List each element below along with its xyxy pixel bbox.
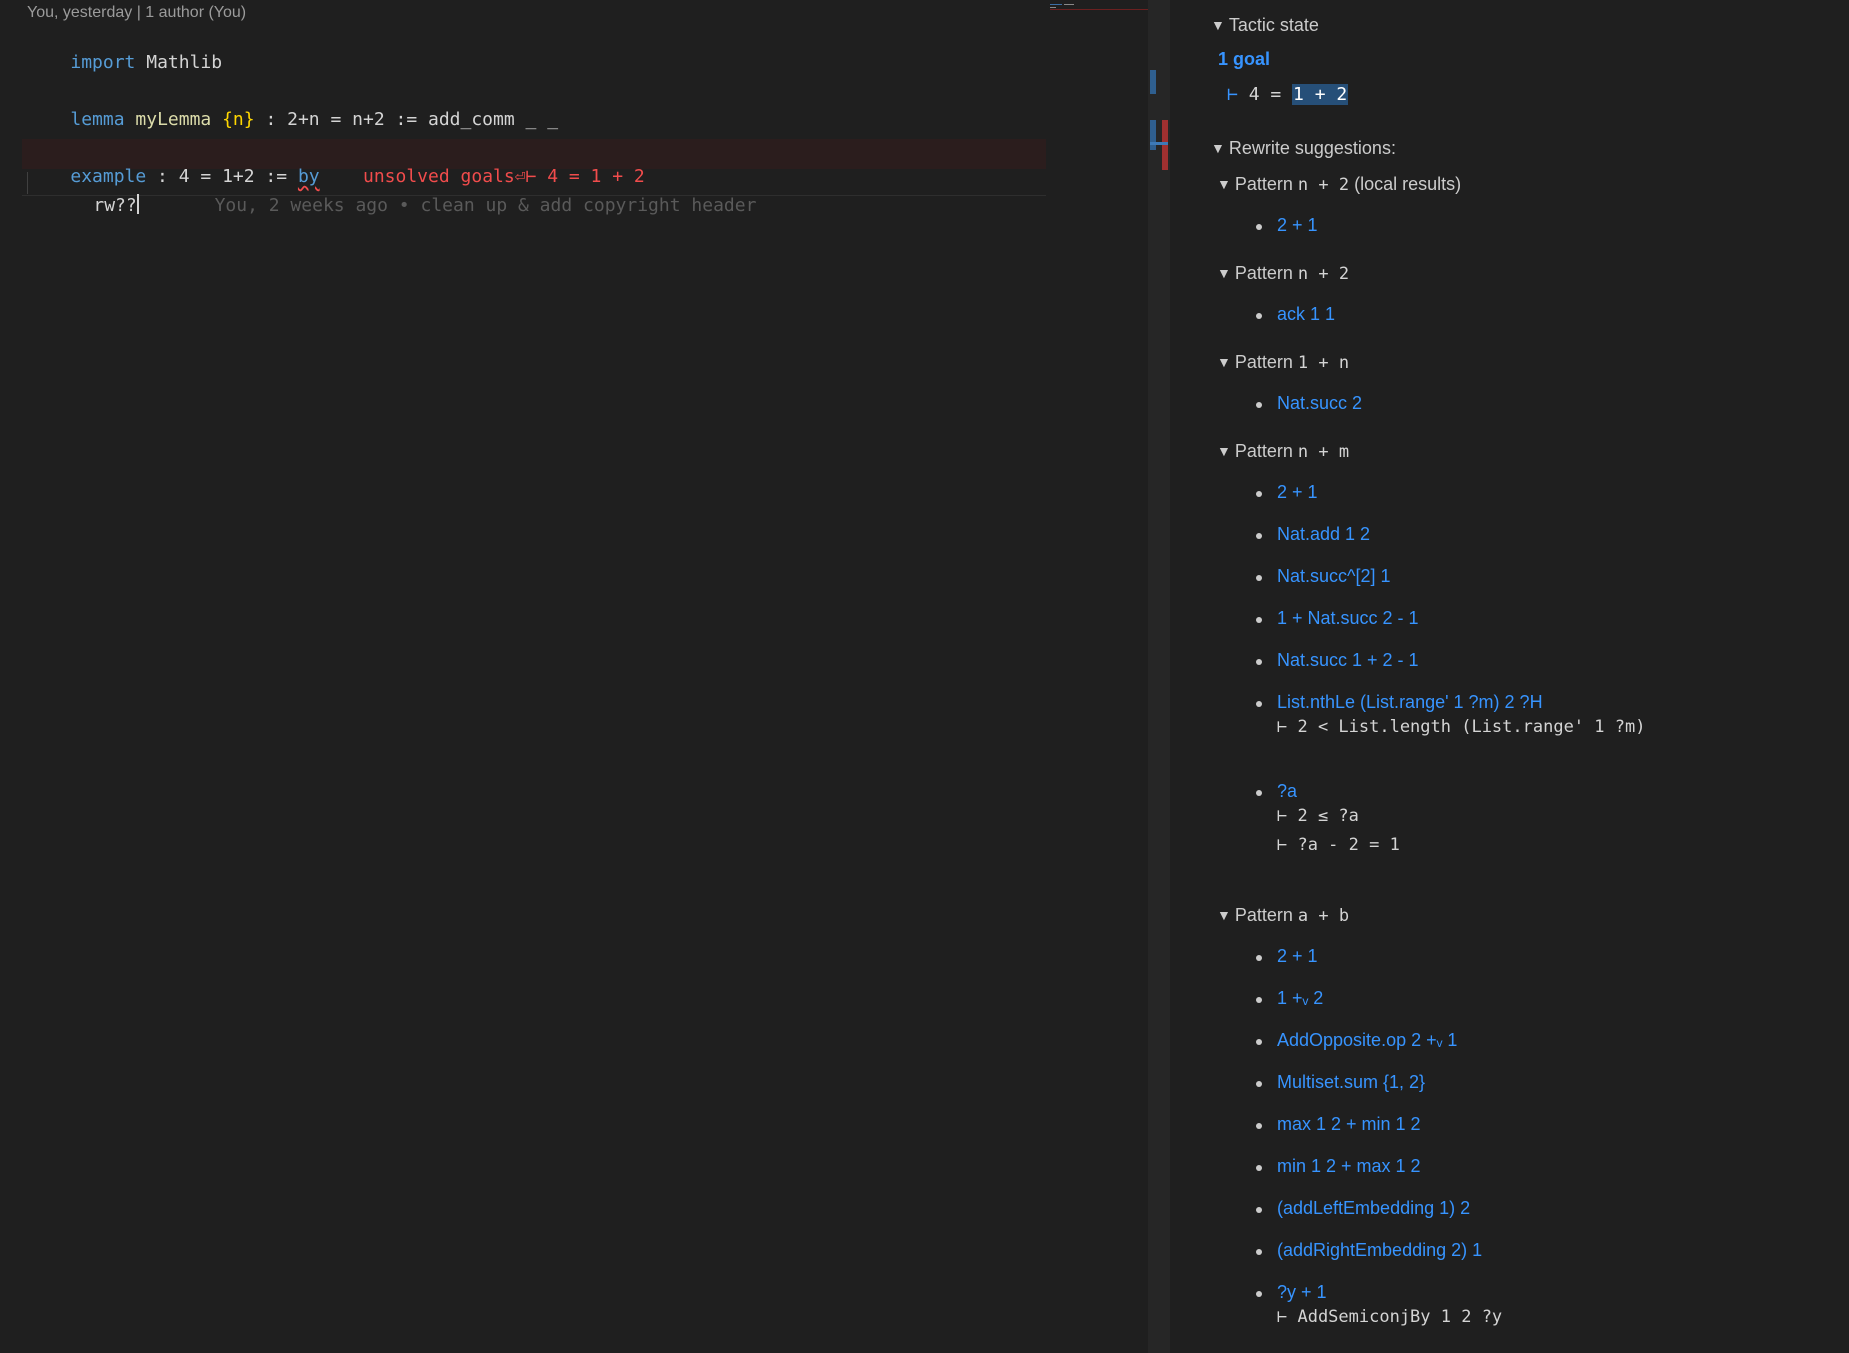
pattern-expression: n + 2 bbox=[1297, 175, 1350, 195]
minimap[interactable] bbox=[1048, 0, 1148, 1353]
scroll-marker-info bbox=[1150, 120, 1156, 150]
rewrite-suggestions-header[interactable]: ▼ Rewrite suggestions: bbox=[1211, 138, 1396, 159]
rewrite-suggestion-link[interactable]: Nat.succ 1 + 2 - 1 bbox=[1277, 650, 1419, 671]
bullet-icon bbox=[1256, 1291, 1262, 1297]
bullet-icon bbox=[1256, 1081, 1262, 1087]
bullet-icon bbox=[1256, 533, 1262, 539]
goal-expression[interactable]: ⊢ 4 = 1 + 2 bbox=[1227, 84, 1349, 105]
tactic-state-header[interactable]: ▼ Tactic state bbox=[1211, 15, 1319, 36]
turnstile-icon: ⊢ bbox=[1227, 84, 1238, 105]
indent-guide bbox=[27, 172, 28, 194]
module-name: Mathlib bbox=[135, 52, 223, 73]
pattern-expression: a + b bbox=[1297, 906, 1350, 926]
side-goal: ⊢ 2 < List.length (List.range' 1 ?m) bbox=[1277, 717, 1646, 737]
side-goal: ⊢ ?a - 2 = 1 bbox=[1277, 835, 1400, 855]
collapse-triangle-icon: ▼ bbox=[1217, 354, 1231, 370]
bullet-icon bbox=[1256, 790, 1262, 796]
pattern-header[interactable]: ▼ Pattern n + 2 (local results) bbox=[1217, 174, 1461, 195]
implicit-binder: {n} bbox=[222, 109, 255, 130]
bullet-icon bbox=[1256, 659, 1262, 665]
bullet-icon bbox=[1256, 1039, 1262, 1045]
collapse-triangle-icon: ▼ bbox=[1217, 907, 1231, 923]
pattern-label: Pattern bbox=[1234, 174, 1293, 194]
editor-scrollbar[interactable] bbox=[1148, 0, 1170, 1353]
collapse-triangle-icon: ▼ bbox=[1211, 17, 1225, 33]
bullet-icon bbox=[1256, 997, 1262, 1003]
collapse-triangle-icon: ▼ bbox=[1211, 140, 1225, 156]
lean-infoview[interactable]: ▼ Tactic state 1 goal ⊢ 4 = 1 + 2 ▼ Rewrit… bbox=[1170, 0, 1849, 1353]
pattern-header[interactable]: ▼ Pattern n + m bbox=[1217, 441, 1349, 462]
rewrite-suggestion-link[interactable]: 1 +ᵥ 2 bbox=[1277, 988, 1323, 1009]
side-goal: ⊢ 2 ≤ ?a bbox=[1277, 806, 1359, 826]
bullet-icon bbox=[1256, 1165, 1262, 1171]
tactic-rw: rw?? bbox=[93, 195, 137, 216]
pattern-suffix: (local results) bbox=[1354, 174, 1462, 194]
pattern-header[interactable]: ▼ Pattern n + 2 bbox=[1217, 263, 1349, 284]
rewrite-suggestion-link[interactable]: (addLeftEmbedding 1) 2 bbox=[1277, 1198, 1470, 1219]
rewrite-suggestion-link[interactable]: List.nthLe (List.range' 1 ?m) 2 ?H bbox=[1277, 692, 1543, 713]
pattern-header[interactable]: ▼ Pattern 1 + n bbox=[1217, 352, 1349, 373]
scroll-marker-info bbox=[1150, 70, 1156, 94]
rewrite-suggestion-link[interactable]: Nat.add 1 2 bbox=[1277, 524, 1370, 545]
pattern-expression: 1 + n bbox=[1297, 353, 1350, 373]
rewrite-suggestion-link[interactable]: 1 + Nat.succ 2 - 1 bbox=[1277, 608, 1419, 629]
bullet-icon bbox=[1256, 701, 1262, 707]
bullet-icon bbox=[1256, 1249, 1262, 1255]
bullet-icon bbox=[1256, 491, 1262, 497]
lemma-name: myLemma bbox=[135, 109, 212, 130]
collapse-triangle-icon: ▼ bbox=[1217, 176, 1231, 192]
rewrite-suggestion-link[interactable]: 2 + 1 bbox=[1277, 215, 1318, 236]
collapse-triangle-icon: ▼ bbox=[1217, 443, 1231, 459]
editor-pane[interactable]: You, yesterday | 1 author (You) import M… bbox=[0, 0, 1148, 1353]
rewrite-suggestion-link[interactable]: max 1 2 + min 1 2 bbox=[1277, 1114, 1421, 1135]
rewrite-suggestion-link[interactable]: ?y + 1 bbox=[1277, 1282, 1327, 1303]
side-goal: ⊢ AddSemiconjBy 1 2 ?y bbox=[1277, 1307, 1503, 1327]
rewrite-suggestion-link[interactable]: AddOpposite.op 2 +ᵥ 1 bbox=[1277, 1030, 1457, 1051]
pattern-label: Pattern bbox=[1234, 441, 1293, 461]
pattern-expression: n + 2 bbox=[1297, 264, 1350, 284]
keyword-lemma: lemma bbox=[70, 109, 125, 130]
pattern-header[interactable]: ▼ Pattern a + b bbox=[1217, 905, 1349, 926]
scroll-marker-error bbox=[1162, 120, 1168, 170]
bullet-icon bbox=[1256, 955, 1262, 961]
code-line-rw[interactable]: rw?? You, 2 weeks ago • clean up & add c… bbox=[50, 170, 756, 242]
bullet-icon bbox=[1256, 617, 1262, 623]
bullet-icon bbox=[1256, 1123, 1262, 1129]
rewrite-suggestion-link[interactable]: 2 + 1 bbox=[1277, 946, 1318, 967]
bullet-icon bbox=[1256, 224, 1262, 230]
rewrite-suggestion-link[interactable]: ?a bbox=[1277, 781, 1297, 802]
rewrite-suggestion-link[interactable]: ack 1 1 bbox=[1277, 304, 1335, 325]
keyword-import: import bbox=[70, 52, 136, 73]
inline-blame: You, 2 weeks ago • clean up & add copyri… bbox=[214, 195, 757, 216]
scroll-cursor-marker bbox=[1150, 142, 1168, 145]
goal-rhs-selected[interactable]: 1 + 2 bbox=[1292, 84, 1349, 105]
lemma-body: : 2+n = n+2 := add_comm _ _ bbox=[254, 109, 559, 130]
bullet-icon bbox=[1256, 313, 1262, 319]
rewrite-suggestion-link[interactable]: (addRightEmbedding 2) 1 bbox=[1277, 1240, 1482, 1261]
goal-count: 1 goal bbox=[1218, 49, 1271, 69]
pattern-label: Pattern bbox=[1234, 263, 1293, 283]
bullet-icon bbox=[1256, 575, 1262, 581]
bullet-icon bbox=[1256, 1207, 1262, 1213]
codelens-blame[interactable]: You, yesterday | 1 author (You) bbox=[27, 4, 246, 22]
rewrite-suggestion-link[interactable]: min 1 2 + max 1 2 bbox=[1277, 1156, 1421, 1177]
rewrite-suggestion-link[interactable]: Nat.succ 2 bbox=[1277, 393, 1362, 414]
bullet-icon bbox=[1256, 402, 1262, 408]
rewrite-suggestion-link[interactable]: Multiset.sum {1, 2} bbox=[1277, 1072, 1425, 1093]
pattern-expression: n + m bbox=[1297, 442, 1350, 462]
pattern-label: Pattern bbox=[1234, 352, 1293, 372]
pattern-label: Pattern bbox=[1234, 905, 1293, 925]
collapse-triangle-icon: ▼ bbox=[1217, 265, 1231, 281]
rewrite-suggestion-link[interactable]: Nat.succ^[2] 1 bbox=[1277, 566, 1391, 587]
rewrite-suggestion-link[interactable]: 2 + 1 bbox=[1277, 482, 1318, 503]
